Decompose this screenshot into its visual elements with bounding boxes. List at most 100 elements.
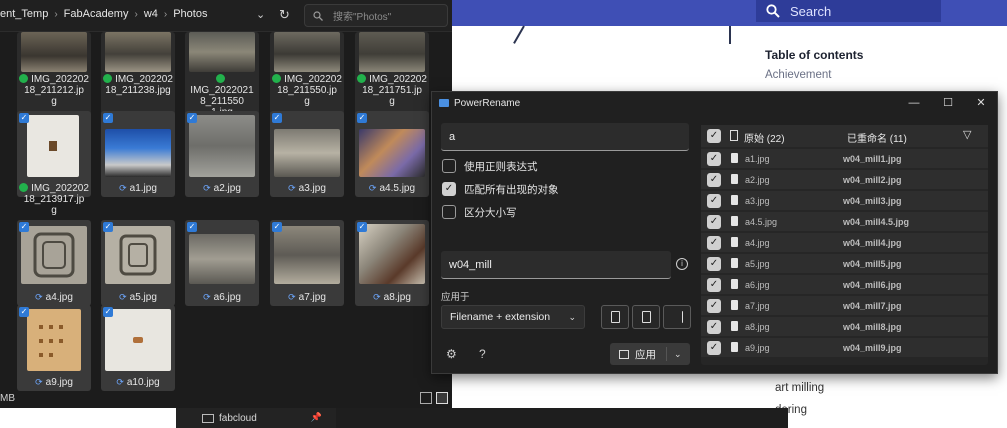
maximize-icon[interactable]: ☐ — [940, 95, 956, 111]
chevron-down-icon[interactable]: ⌄ — [674, 349, 682, 360]
file-name: ⟳ a3.jpg — [272, 183, 342, 194]
selected-check-icon[interactable]: ✓ — [187, 113, 197, 123]
row-checkbox[interactable]: ✓ — [707, 215, 721, 229]
original-name: a9.jpg — [745, 343, 770, 353]
selected-check-icon[interactable]: ✓ — [272, 113, 282, 123]
toc-item[interactable]: art milling — [775, 382, 824, 394]
list-row[interactable]: ✓ a4.5.jpg w04_mill4.5.jpg — [701, 212, 988, 232]
header-renamed[interactable]: 已重命名 (11) — [847, 130, 907, 145]
tiles-view-icon[interactable] — [436, 392, 448, 404]
file-tile[interactable]: IMG_202202 18_211550.jp g — [270, 32, 344, 118]
refresh-icon[interactable]: ↻ — [279, 7, 290, 23]
info-icon[interactable]: i — [676, 258, 688, 270]
row-checkbox[interactable]: ✓ — [707, 299, 721, 313]
file-tile[interactable]: IMG_202202 18_211751.jp g — [355, 32, 429, 118]
case-checkbox[interactable] — [442, 205, 456, 219]
option-use-regex[interactable]: 使用正则表达式 — [442, 158, 538, 174]
row-checkbox[interactable]: ✓ — [707, 173, 721, 187]
text-format-button-3[interactable] — [663, 305, 691, 329]
row-checkbox[interactable]: ✓ — [707, 152, 721, 166]
file-tile[interactable]: ✓ ⟳ a6.jpg — [185, 220, 259, 306]
file-tile[interactable]: ✓ ⟳ a3.jpg — [270, 111, 344, 197]
breadcrumb-item[interactable]: ent_Temp — [0, 8, 48, 20]
file-tile[interactable]: ✓ ⟳ a5.jpg — [101, 220, 175, 306]
chevron-down-icon: ⌄ — [568, 311, 576, 322]
file-tile[interactable]: ✓ ⟳ a2.jpg — [185, 111, 259, 197]
breadcrumb-item[interactable]: w4 — [144, 8, 158, 20]
breadcrumb-item[interactable]: Photos — [173, 8, 207, 20]
details-view-icon[interactable] — [420, 392, 432, 404]
file-tile[interactable]: IMG_202202 18_211212.jp g — [17, 32, 91, 118]
regex-checkbox[interactable] — [442, 159, 456, 173]
selected-check-icon[interactable]: ✓ — [103, 222, 113, 232]
search-for-input[interactable]: a — [441, 123, 689, 151]
apply-button[interactable]: 应用 ⌄ — [610, 343, 690, 365]
status-bar-size: MB — [0, 393, 15, 404]
file-tile[interactable]: ✓ ⟳ a8.jpg — [355, 220, 429, 306]
list-row[interactable]: ✓ a7.jpg w04_mill7.jpg — [701, 296, 988, 316]
web-search-box[interactable]: Search — [756, 0, 941, 22]
row-checkbox[interactable]: ✓ — [707, 194, 721, 208]
row-checkbox[interactable]: ✓ — [707, 257, 721, 271]
file-tile[interactable]: ✓ ⟳ a4.5.jpg — [355, 111, 429, 197]
text-format-button-2[interactable] — [632, 305, 660, 329]
pin-icon[interactable]: 📌 — [311, 412, 322, 423]
file-tile[interactable]: ✓ ⟳ a9.jpg — [17, 305, 91, 391]
selected-check-icon[interactable]: ✓ — [187, 222, 197, 232]
explorer-search-input[interactable]: 搜索"Photos" — [304, 4, 448, 27]
selected-check-icon[interactable]: ✓ — [272, 222, 282, 232]
sync-pending-icon: ⟳ — [203, 292, 211, 302]
selected-check-icon[interactable]: ✓ — [357, 113, 367, 123]
breadcrumb-item[interactable]: FabAcademy — [64, 8, 129, 20]
option-match-all[interactable]: ✓ 匹配所有出现的对象 — [442, 181, 559, 197]
file-tile[interactable]: ✓ ⟳ a7.jpg — [270, 220, 344, 306]
list-row[interactable]: ✓ a2.jpg w04_mill2.jpg — [701, 170, 988, 190]
file-tile[interactable]: IMG_202202 18_211238.jpg — [101, 32, 175, 118]
list-row[interactable]: ✓ a6.jpg w04_mill6.jpg — [701, 275, 988, 295]
list-row[interactable]: ✓ a5.jpg w04_mill5.jpg — [701, 254, 988, 274]
row-checkbox[interactable]: ✓ — [707, 320, 721, 334]
filter-icon[interactable]: ▽ — [963, 128, 971, 141]
original-name: a7.jpg — [745, 301, 770, 311]
row-checkbox[interactable]: ✓ — [707, 341, 721, 355]
minimize-icon[interactable]: — — [906, 95, 922, 111]
list-row[interactable]: ✓ a8.jpg w04_mill8.jpg — [701, 317, 988, 337]
selected-check-icon[interactable]: ✓ — [357, 222, 367, 232]
selected-check-icon[interactable]: ✓ — [103, 307, 113, 317]
selected-check-icon[interactable]: ✓ — [19, 222, 29, 232]
file-tile[interactable]: ✓ ⟳ a10.jpg — [101, 305, 175, 391]
sync-pending-icon: ⟳ — [368, 183, 377, 193]
selected-check-icon[interactable]: ✓ — [19, 113, 29, 123]
selected-check-icon[interactable]: ✓ — [19, 307, 29, 317]
toc-item-achievement[interactable]: Achievement — [765, 69, 831, 81]
file-thumbnail — [274, 129, 340, 177]
apply-to-select[interactable]: Filename + extension ⌄ — [441, 305, 585, 329]
selected-check-icon[interactable]: ✓ — [103, 113, 113, 123]
list-row[interactable]: ✓ a9.jpg w04_mill9.jpg — [701, 338, 988, 358]
taskbar-item[interactable]: fabcloud 📌 — [176, 408, 336, 428]
list-row[interactable]: ✓ a1.jpg w04_mill1.jpg — [701, 149, 988, 169]
file-tile[interactable]: ✓ ⟳ a1.jpg — [101, 111, 175, 197]
replace-with-input[interactable]: w04_mill — [441, 251, 671, 279]
list-row[interactable]: ✓ a4.jpg w04_mill4.jpg — [701, 233, 988, 253]
file-name-text: a1.jpg — [129, 183, 157, 194]
settings-gear-icon[interactable]: ⚙ — [446, 347, 457, 361]
file-tile[interactable]: IMG_20220218_2115501.jpg — [185, 32, 259, 118]
row-checkbox[interactable]: ✓ — [707, 278, 721, 292]
original-name: a2.jpg — [745, 175, 770, 185]
text-format-button-1[interactable] — [601, 305, 629, 329]
file-tile[interactable]: ✓ ⟳ a4.jpg — [17, 220, 91, 306]
chevron-down-icon[interactable]: ⌄ — [256, 8, 265, 21]
breadcrumb[interactable]: ent_Temp › FabAcademy › w4 › Photos — [0, 8, 207, 20]
select-all-checkbox[interactable]: ✓ — [707, 129, 721, 143]
file-thumbnail — [105, 226, 171, 284]
row-checkbox[interactable]: ✓ — [707, 236, 721, 250]
match-all-checkbox[interactable]: ✓ — [442, 182, 456, 196]
help-icon[interactable]: ? — [479, 347, 486, 361]
close-icon[interactable]: ✕ — [973, 95, 989, 111]
option-case-sensitive[interactable]: 区分大小写 — [442, 204, 517, 220]
list-row[interactable]: ✓ a3.jpg w04_mill3.jpg — [701, 191, 988, 211]
header-original[interactable]: 原始 (22) — [744, 130, 785, 145]
file-icon — [731, 321, 738, 331]
file-tile[interactable]: ✓ IMG_202202 18_213917.jp g — [17, 111, 91, 216]
